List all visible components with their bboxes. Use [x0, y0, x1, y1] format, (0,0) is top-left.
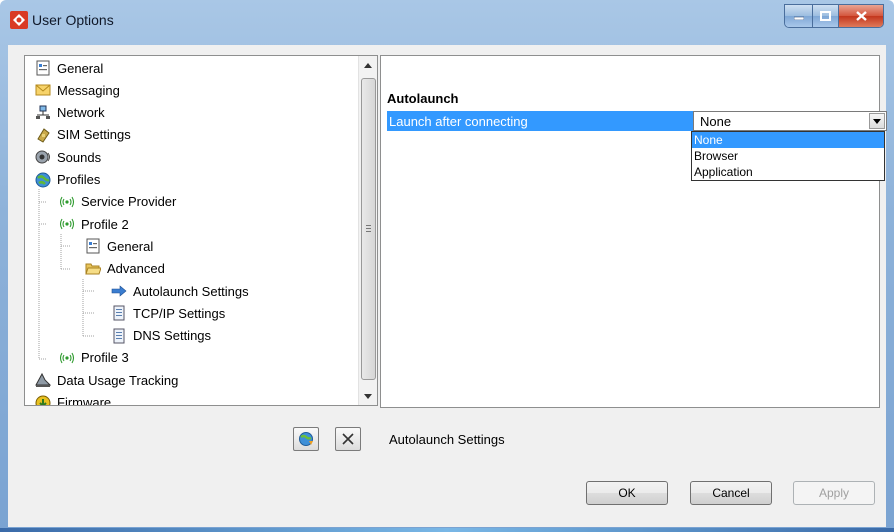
tree-item-label: Sounds — [57, 149, 102, 165]
maximize-icon — [820, 11, 831, 21]
document-icon — [111, 305, 127, 321]
dropdown-option-none[interactable]: None — [692, 132, 884, 148]
general-icon — [85, 238, 101, 254]
tree-item-label: DNS Settings — [133, 328, 212, 344]
dropdown-button[interactable] — [869, 113, 885, 129]
description-text: Autolaunch Settings — [389, 432, 505, 447]
property-label-launch-after-connecting[interactable]: Launch after connecting — [387, 111, 693, 131]
grip-line — [366, 228, 371, 229]
maximize-button[interactable] — [813, 5, 839, 27]
user-options-window: User Options General Messaging Network S… — [0, 0, 894, 532]
window-bottom-border — [0, 528, 894, 532]
close-button[interactable] — [839, 5, 883, 27]
title-bar[interactable]: User Options — [0, 0, 894, 40]
close-icon — [855, 11, 867, 21]
antenna-icon — [59, 194, 75, 210]
tree-item-tcp-ip-settings[interactable]: TCP/IP Settings — [111, 303, 225, 323]
tree-item-messaging[interactable]: Messaging — [35, 80, 120, 100]
app-icon — [10, 11, 28, 29]
launch-after-connecting-select[interactable]: None — [693, 111, 887, 131]
apply-button[interactable]: Apply — [793, 481, 875, 505]
tree-item-label: Profile 3 — [81, 350, 129, 366]
dialog-client: General Messaging Network SIM Settings Sound… — [8, 45, 887, 527]
globe-icon — [35, 172, 51, 188]
tree-item-label: TCP/IP Settings — [133, 305, 226, 321]
data-usage-icon — [35, 372, 52, 388]
tree-item-label: Advanced — [107, 261, 165, 277]
general-icon — [35, 60, 51, 76]
tree-item-label: Data Usage Tracking — [57, 372, 179, 388]
close-x-icon — [342, 433, 354, 445]
dropdown-option-application[interactable]: Application — [692, 164, 884, 180]
minimize-button[interactable] — [785, 5, 813, 27]
scroll-up-arrow[interactable] — [359, 56, 377, 74]
tree-item-network[interactable]: Network — [35, 103, 105, 123]
property-panel: Autolaunch Launch after connecting None … — [380, 55, 887, 408]
tree-scrollbar[interactable] — [358, 56, 377, 405]
tree-item-label: General — [107, 238, 154, 254]
options-tree[interactable]: General Messaging Network SIM Settings Sound… — [24, 55, 378, 406]
tree-item-label: Messaging — [57, 82, 120, 98]
firmware-icon — [35, 395, 51, 405]
tree-item-profile-2[interactable]: Profile 2 — [59, 214, 129, 234]
caption-buttons — [784, 4, 884, 28]
tree-item-label: Service Provider — [81, 194, 177, 210]
window-title: User Options — [32, 12, 114, 28]
tree-item-advanced[interactable]: Advanced — [85, 259, 165, 279]
tree-item-dns-settings[interactable]: DNS Settings — [111, 326, 211, 346]
delete-button[interactable] — [335, 427, 361, 451]
envelope-icon — [35, 82, 51, 98]
tree-item-label: Firmware — [57, 395, 112, 406]
restore-defaults-button[interactable] — [293, 427, 319, 451]
section-header: Autolaunch — [387, 91, 459, 106]
grip-line — [366, 225, 371, 226]
tree-item-profiles[interactable]: Profiles — [35, 170, 100, 190]
document-icon — [111, 328, 127, 344]
tree-item-label: Profile 2 — [81, 216, 129, 232]
dropdown-list: None Browser Application — [691, 131, 885, 181]
minimize-icon — [793, 16, 804, 20]
sim-icon — [35, 127, 51, 143]
arrow-down-icon — [364, 393, 372, 399]
tree-item-service-provider[interactable]: Service Provider — [59, 192, 176, 212]
network-icon — [35, 105, 51, 121]
tree-item-label: Profiles — [57, 172, 101, 187]
combo-value: None — [700, 113, 732, 129]
sound-icon — [35, 149, 51, 165]
tree-item-sim-settings[interactable]: SIM Settings — [35, 125, 131, 145]
antenna-icon — [59, 350, 75, 366]
antenna-icon — [59, 216, 75, 232]
dropdown-option-browser[interactable]: Browser — [692, 148, 884, 164]
tree-item-profile-3[interactable]: Profile 3 — [59, 348, 129, 368]
tree-item-label: SIM Settings — [57, 127, 131, 143]
tree-item-label: Autolaunch Settings — [133, 283, 249, 299]
arrow-up-icon — [364, 62, 372, 68]
tree-items: General Messaging Network SIM Settings Sound… — [25, 56, 355, 405]
grip-line — [366, 231, 371, 232]
cancel-button[interactable]: Cancel — [690, 481, 772, 505]
tree-item-general[interactable]: General — [35, 58, 103, 78]
globe-refresh-icon — [299, 432, 313, 446]
tree-item-label: Network — [57, 105, 105, 121]
folder-open-icon — [85, 261, 102, 277]
tree-item-label: General — [57, 60, 104, 76]
tree-item-sounds[interactable]: Sounds — [35, 147, 101, 167]
tree-item-data-usage-tracking[interactable]: Data Usage Tracking — [35, 370, 178, 390]
scroll-down-arrow[interactable] — [359, 387, 377, 405]
ok-button[interactable]: OK — [586, 481, 668, 505]
tree-item-firmware[interactable]: Firmware — [35, 393, 112, 406]
chevron-down-icon — [873, 118, 881, 124]
tree-item-autolaunch-settings[interactable]: Autolaunch Settings — [111, 281, 249, 301]
arrow-right-icon — [111, 283, 127, 299]
tree-item-general[interactable]: General — [85, 236, 153, 256]
scroll-thumb[interactable] — [361, 78, 376, 380]
